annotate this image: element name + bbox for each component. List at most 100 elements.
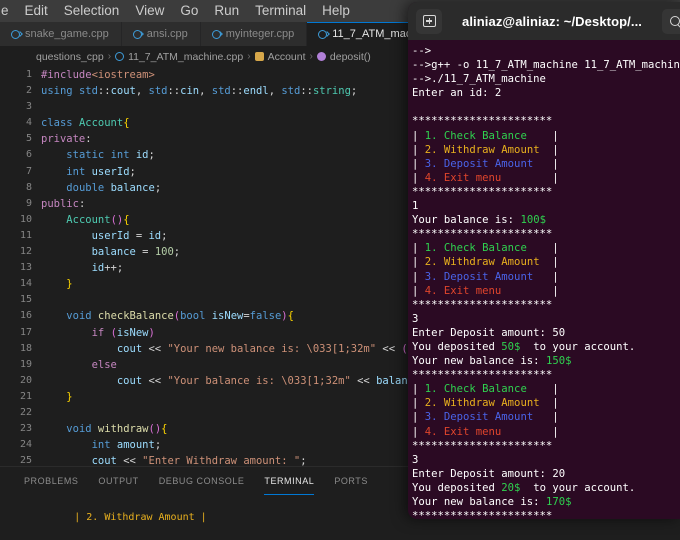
terminal-line: | 1. Check Balance | [412, 129, 559, 142]
code-line: 13 id++; [0, 260, 420, 276]
code-line: 5 private: [0, 131, 420, 147]
code-text: cout << "Enter Withdraw amount: "; [91, 455, 307, 467]
code-text: id++; [91, 262, 124, 275]
method-icon [316, 52, 326, 61]
breadcrumb-item-0[interactable]: questions_cpp [36, 51, 104, 63]
terminal-line: 1 [412, 200, 419, 213]
terminal-line: | 2. Withdraw Amount | [412, 397, 559, 410]
line-number: 20 [19, 374, 32, 386]
code-line: 17 if (isNew) [0, 325, 420, 341]
terminal-line: | 2. Withdraw Amount | [412, 256, 559, 269]
panel-preview-text: | 2. Withdraw Amount | [74, 512, 207, 523]
terminal-line: Your balance is: 100$ [412, 214, 546, 227]
panel-tab-debug-console[interactable]: DEBUG CONSOLE [149, 467, 255, 495]
code-text: void checkBalance(bool isNew=false){ [66, 310, 294, 323]
editor-tab-label: ansi.cpp [146, 28, 188, 40]
line-number: 25 [19, 455, 32, 467]
terminal-line: | 3. Deposit Amount | [412, 157, 559, 170]
panel-tab-output[interactable]: OUTPUT [88, 467, 148, 495]
code-line: 21 } [0, 389, 420, 405]
code-text: #include<iostream> [41, 69, 155, 81]
panel-tab-ports[interactable]: PORTS [324, 467, 378, 495]
terminal-line: Enter Deposit amount: 20 [412, 467, 566, 480]
terminal-line: ********************** [412, 228, 553, 241]
panel-tab-bar: PROBLEMS OUTPUT DEBUG CONSOLE TERMINAL PORTS [0, 467, 420, 495]
code-text: if (isNew) [91, 326, 155, 339]
code-lines: 1 #include<iostream>2 using std::cout, std… [0, 67, 420, 467]
menu-item-selection[interactable]: Selection [56, 1, 128, 21]
line-number: 23 [19, 423, 32, 435]
menu-item-go[interactable]: Go [172, 1, 206, 21]
line-number: 6 [25, 149, 32, 161]
code-text: cout << "Your balance is: \033[1;32m" <<… [116, 374, 408, 387]
editor-tab-1[interactable]: ansi.cpp [121, 22, 201, 46]
new-tab-button[interactable] [416, 8, 442, 34]
line-number: 8 [25, 181, 32, 193]
panel-tab-terminal[interactable]: TERMINAL [254, 467, 324, 495]
code-line: 14 } [0, 276, 420, 292]
menu-item-help[interactable]: Help [314, 1, 358, 21]
terminal-search-button[interactable] [662, 8, 680, 34]
code-line: 24 int amount; [0, 437, 420, 453]
editor-tab-label: snake_game.cpp [25, 28, 109, 40]
menu-item-e[interactable]: e [0, 1, 17, 21]
menu-item-terminal[interactable]: Terminal [247, 1, 314, 21]
code-text: private: [41, 133, 92, 146]
line-number: 7 [25, 165, 32, 177]
code-text: public: [41, 197, 86, 210]
code-line: 22 [0, 405, 420, 421]
code-line: 25 cout << "Enter Withdraw amount: "; [0, 453, 420, 467]
line-number: 18 [19, 342, 32, 354]
code-text: Account(){ [66, 213, 130, 226]
terminal-line: You deposited 20$ to your account. [412, 481, 636, 494]
menu-item-edit[interactable]: Edit [17, 1, 56, 21]
terminal-line: | 1. Check Balance | [412, 383, 559, 396]
terminal-title: aliniaz@aliniaz: ~/Desktop/... [461, 13, 643, 29]
editor-tab-2[interactable]: myinteger.cpp [200, 22, 308, 46]
terminal-line: You deposited 50$ to your account. [412, 340, 636, 353]
code-line: 10 Account(){ [0, 212, 420, 228]
line-number: 11 [19, 229, 32, 241]
terminal-title-bar[interactable]: aliniaz@aliniaz: ~/Desktop/... [408, 2, 680, 40]
code-line: 1 #include<iostream> [0, 67, 420, 83]
code-line: 7 int userId; [0, 164, 420, 180]
code-text: } [66, 390, 73, 403]
line-number: 12 [19, 246, 32, 258]
terminal-line: | 1. Check Balance | [412, 242, 559, 255]
code-line: 2 using std::cout, std::cin, std::endl, s… [0, 83, 420, 99]
menu-item-run[interactable]: Run [206, 1, 247, 21]
menu-item-view[interactable]: View [127, 1, 172, 21]
editor-tab-0[interactable]: snake_game.cpp [0, 22, 122, 46]
panel-tab-problems[interactable]: PROBLEMS [14, 467, 88, 495]
breadcrumb-separator: › [309, 51, 313, 62]
breadcrumb-item-3[interactable]: deposit() [330, 51, 371, 63]
terminal-line: 3 [412, 453, 419, 466]
line-number: 13 [19, 262, 32, 274]
line-number: 9 [25, 197, 32, 209]
breadcrumb-item-1[interactable]: 11_7_ATM_machine.cpp [128, 51, 243, 63]
terminal-window[interactable]: aliniaz@aliniaz: ~/Desktop/... --> -->g++… [408, 2, 680, 519]
code-text: static int id; [66, 149, 155, 162]
line-number: 2 [25, 85, 32, 97]
line-number: 22 [19, 406, 32, 418]
code-line: 20 cout << "Your balance is: \033[1;32m"… [0, 373, 420, 389]
cpp-file-icon [211, 29, 221, 39]
terminal-output[interactable]: --> -->g++ -o 11_7_ATM_machine 11_7_ATM_m… [408, 40, 680, 519]
line-number: 1 [25, 69, 32, 80]
terminal-line: | 2. Withdraw Amount | [412, 143, 559, 156]
code-line: 15 [0, 292, 420, 308]
code-editor[interactable]: 1 #include<iostream>2 using std::cout, std… [0, 67, 420, 467]
breadcrumb-separator: › [107, 51, 112, 62]
line-number: 19 [19, 358, 32, 370]
new-tab-icon [422, 15, 436, 27]
terminal-line: ********************** [412, 369, 553, 382]
cpp-file-icon [11, 29, 20, 39]
code-text: int amount; [91, 439, 162, 452]
code-line: 19 else [0, 357, 420, 373]
terminal-line: | 3. Deposit Amount | [412, 411, 559, 424]
code-line: 3 [0, 99, 420, 115]
breadcrumb-item-2[interactable]: Account [268, 51, 306, 63]
code-text: using std::cout, std::cin, std::endl, st… [41, 85, 358, 98]
terminal-line: ********************** [412, 298, 553, 311]
